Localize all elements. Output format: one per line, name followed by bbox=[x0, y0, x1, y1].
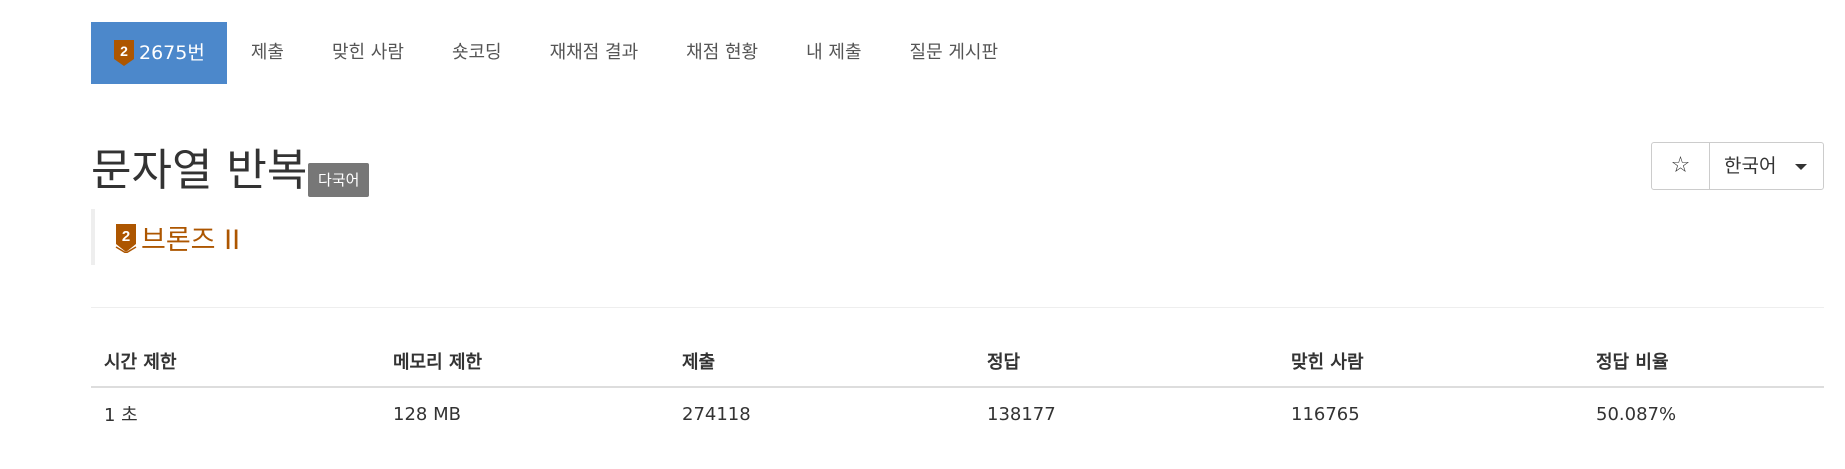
tab-solved-users[interactable]: 맞힌 사람 bbox=[308, 22, 428, 84]
section-divider bbox=[91, 307, 1824, 308]
bronze-tier-icon: 2 bbox=[113, 39, 135, 67]
tab-judge-status[interactable]: 채점 현황 bbox=[662, 22, 782, 84]
problem-nav: 2 2675번 제출 맞힌 사람 숏코딩 재채점 결과 채점 현황 내 제출 질… bbox=[91, 22, 1824, 84]
tab-problem-label: 2675번 bbox=[139, 42, 205, 64]
cell-memory-limit: 128 MB bbox=[393, 403, 461, 425]
tab-short-coding[interactable]: 숏코딩 bbox=[428, 22, 526, 84]
multilanguage-badge: 다국어 bbox=[308, 163, 370, 197]
tier-label[interactable]: 브론즈 II bbox=[141, 218, 240, 257]
tab-question-board[interactable]: 질문 게시판 bbox=[886, 22, 1023, 84]
table-row: 1 초 128 MB 274118 138177 116765 50.087% bbox=[91, 387, 1824, 440]
header-submissions: 제출 bbox=[669, 336, 974, 388]
table-header-row: 시간 제한 메모리 제한 제출 정답 맞힌 사람 정답 비율 bbox=[91, 336, 1824, 388]
cell-accept-ratio: 50.087% bbox=[1596, 403, 1677, 425]
favorite-button[interactable]: ☆ bbox=[1652, 143, 1710, 189]
problem-page: 2 2675번 제출 맞힌 사람 숏코딩 재채점 결과 채점 현황 내 제출 질… bbox=[91, 22, 1824, 440]
header-time-limit: 시간 제한 bbox=[91, 336, 380, 388]
cell-solved-users: 116765 bbox=[1291, 403, 1360, 425]
problem-actions: ☆ 한국어 bbox=[1651, 142, 1824, 190]
cell-time-limit: 1 초 bbox=[104, 405, 138, 426]
problem-info-table: 시간 제한 메모리 제한 제출 정답 맞힌 사람 정답 비율 1 초 128 M… bbox=[91, 336, 1824, 440]
header-solved-users: 맞힌 사람 bbox=[1278, 336, 1583, 388]
header-memory-limit: 메모리 제한 bbox=[380, 336, 669, 388]
tab-rejudge-results[interactable]: 재채점 결과 bbox=[526, 22, 663, 84]
cell-submissions: 274118 bbox=[682, 403, 751, 425]
tab-submit[interactable]: 제출 bbox=[227, 22, 308, 84]
cell-accepted: 138177 bbox=[987, 403, 1056, 425]
caret-down-icon bbox=[1795, 164, 1807, 170]
page-title: 문자열 반복 bbox=[91, 145, 308, 196]
star-outline-icon: ☆ bbox=[1670, 153, 1691, 178]
header-accept-ratio: 정답 비율 bbox=[1583, 336, 1824, 388]
tab-my-submissions[interactable]: 내 제출 bbox=[782, 22, 885, 84]
bronze-tier-icon: 2 bbox=[115, 223, 137, 253]
title-row: 문자열 반복 다국어 ☆ 한국어 bbox=[91, 142, 1824, 199]
svg-text:2: 2 bbox=[122, 228, 130, 245]
tab-problem[interactable]: 2 2675번 bbox=[91, 22, 227, 84]
language-select[interactable]: 한국어 bbox=[1710, 143, 1823, 189]
language-select-value: 한국어 bbox=[1724, 155, 1777, 177]
header-accepted: 정답 bbox=[974, 336, 1278, 388]
problem-tier: 2 브론즈 II bbox=[91, 209, 1824, 265]
svg-text:2: 2 bbox=[120, 43, 128, 59]
